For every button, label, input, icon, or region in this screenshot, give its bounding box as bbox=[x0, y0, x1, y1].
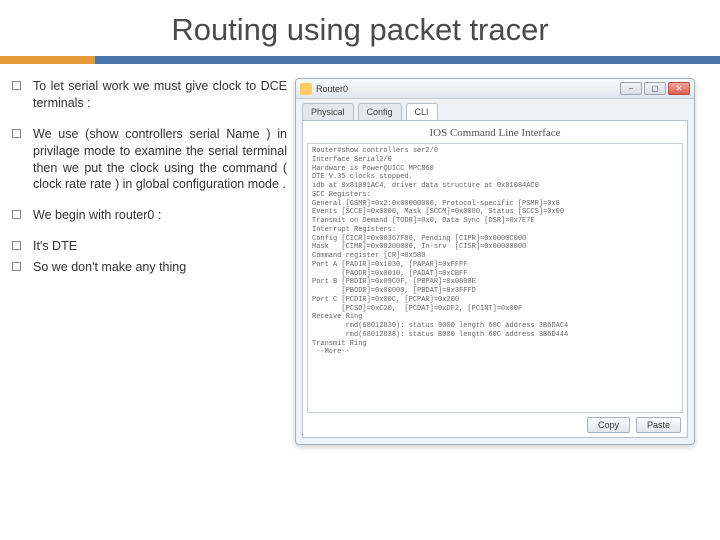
bullet-text: We use (show controllers serial Name ) i… bbox=[33, 126, 287, 194]
bullet-icon bbox=[12, 129, 21, 138]
cli-panel: IOS Command Line Interface Router#show c… bbox=[302, 120, 688, 438]
bullet-icon bbox=[12, 241, 21, 250]
tab-cli[interactable]: CLI bbox=[406, 103, 438, 120]
title-underline bbox=[0, 56, 720, 64]
list-item: It's DTE bbox=[12, 238, 287, 255]
list-item: To let serial work we must give clock to… bbox=[12, 78, 287, 112]
tab-bar: Physical Config CLI bbox=[296, 99, 694, 120]
tab-config[interactable]: Config bbox=[358, 103, 402, 120]
slide-title: Routing using packet tracer bbox=[0, 0, 720, 56]
bullet-icon bbox=[12, 81, 21, 90]
titlebar: Router0 − ▢ ✕ bbox=[296, 79, 694, 99]
bullet-text: To let serial work we must give clock to… bbox=[33, 78, 287, 112]
bullet-text: So we don't make any thing bbox=[33, 259, 186, 276]
copy-button[interactable]: Copy bbox=[587, 417, 630, 433]
window-title: Router0 bbox=[316, 84, 620, 94]
bullet-list: To let serial work we must give clock to… bbox=[12, 78, 287, 445]
bullet-text: We begin with router0 : bbox=[33, 207, 161, 224]
list-item: We use (show controllers serial Name ) i… bbox=[12, 126, 287, 194]
bullet-icon bbox=[12, 210, 21, 219]
paste-button[interactable]: Paste bbox=[636, 417, 681, 433]
minimize-button[interactable]: − bbox=[620, 82, 642, 95]
close-button[interactable]: ✕ bbox=[668, 82, 690, 95]
list-item: So we don't make any thing bbox=[12, 259, 287, 276]
bullet-icon bbox=[12, 262, 21, 271]
maximize-button[interactable]: ▢ bbox=[644, 82, 666, 95]
cli-output[interactable]: Router#show controllers ser2/0 Interface… bbox=[307, 143, 683, 413]
cli-heading: IOS Command Line Interface bbox=[307, 125, 683, 143]
router-window: Router0 − ▢ ✕ Physical Config CLI IOS Co… bbox=[295, 78, 695, 445]
list-item: We begin with router0 : bbox=[12, 207, 287, 224]
bullet-text: It's DTE bbox=[33, 238, 77, 255]
app-icon bbox=[300, 83, 312, 95]
tab-physical[interactable]: Physical bbox=[302, 103, 354, 120]
